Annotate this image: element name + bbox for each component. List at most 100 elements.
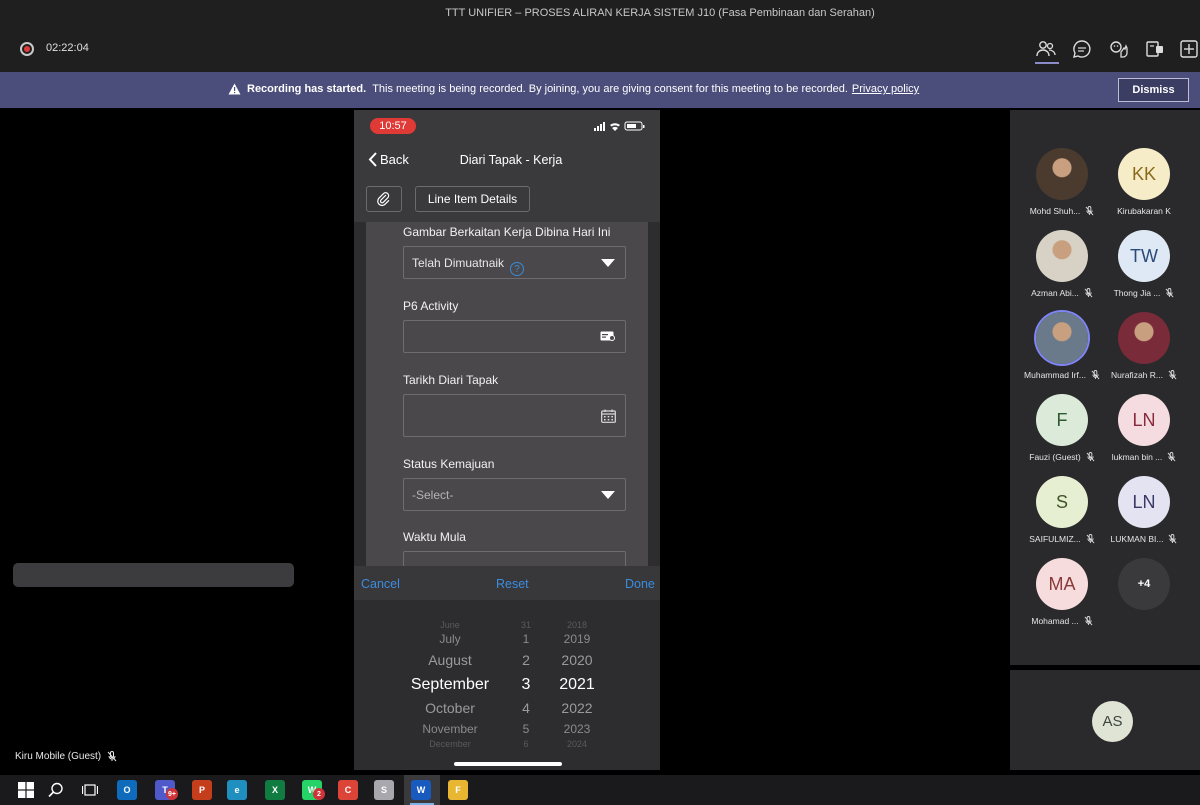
participant-tile[interactable]: LN LUKMAN BI... <box>1103 476 1185 544</box>
mic-off-icon <box>1165 288 1174 298</box>
windows-start-icon[interactable] <box>16 780 36 800</box>
picker-year-option[interactable]: 2018 <box>547 620 607 631</box>
participant-name: Mohamad ... <box>1031 616 1079 626</box>
picker-year-option[interactable]: 2020 <box>547 652 607 669</box>
picker-month-option[interactable]: August <box>395 652 505 669</box>
participant-tile[interactable]: Azman Abi... <box>1021 230 1103 298</box>
picker-reset-button[interactable]: Reset <box>496 577 529 591</box>
teams-badge: 9+ <box>166 788 178 800</box>
dropdown-arrow-icon <box>601 259 615 267</box>
phone-time: 10:57 <box>370 118 416 134</box>
picker-day-option[interactable]: 5 <box>511 722 541 736</box>
picker-cancel-button[interactable]: Cancel <box>361 577 400 591</box>
line-item-details-button[interactable]: Line Item Details <box>415 186 530 212</box>
tarikh-date-field[interactable] <box>403 394 626 437</box>
picker-month-option[interactable]: November <box>395 722 505 736</box>
presenter-caption: Kiru Mobile (Guest) <box>15 751 117 762</box>
mic-off-icon <box>1086 534 1095 544</box>
people-tab-indicator <box>1035 62 1059 64</box>
mic-off-icon <box>107 751 117 762</box>
outlook-icon[interactable]: O <box>117 780 137 800</box>
picker-day-option[interactable]: 2 <box>511 652 541 669</box>
avatar: LN <box>1118 394 1170 446</box>
dismiss-button[interactable]: Dismiss <box>1118 78 1189 102</box>
picker-year-option[interactable]: 2019 <box>547 632 607 646</box>
mic-off-icon <box>1086 452 1095 462</box>
phone-page-title: Diari Tapak - Kerja <box>459 153 563 167</box>
participant-name: Thong Jia ... <box>1113 288 1161 298</box>
avatar <box>1036 230 1088 282</box>
task-view-icon[interactable] <box>80 780 100 800</box>
file-explorer-icon[interactable]: F <box>448 780 468 800</box>
picker-day-option[interactable]: 31 <box>511 620 541 631</box>
people-icon[interactable] <box>1035 38 1057 60</box>
status-kemajuan-select[interactable]: -Select- <box>403 478 626 511</box>
self-avatar: AS <box>1092 701 1133 742</box>
participant-name: Azman Abi... <box>1031 288 1079 298</box>
participant-tile[interactable]: +4 <box>1103 558 1185 610</box>
picker-month-option[interactable]: September <box>395 675 505 694</box>
date-picker-toolbar: Cancel Reset Done <box>354 566 660 600</box>
presenter-name: Kiru Mobile (Guest) <box>15 751 102 762</box>
participant-tile[interactable]: Muhammad Irf... <box>1021 312 1103 380</box>
powerpoint-icon[interactable]: P <box>192 780 212 800</box>
attachment-button[interactable] <box>366 186 402 212</box>
participant-name: lukman bin ... <box>1111 452 1163 462</box>
picker-year-option[interactable]: 2023 <box>547 722 607 736</box>
participant-tile[interactable]: KK Kirubakaran K <box>1103 148 1185 216</box>
picker-year-option[interactable]: 2022 <box>547 700 607 717</box>
avatar: KK <box>1118 148 1170 200</box>
picker-day-option[interactable]: 3 <box>511 675 541 694</box>
participant-tile[interactable]: Mohd Shuh... <box>1021 148 1103 216</box>
mic-off-icon <box>1084 288 1093 298</box>
participant-name: Nurafizah R... <box>1111 370 1163 380</box>
picker-day-option[interactable]: 4 <box>511 700 541 717</box>
participant-name: LUKMAN BI... <box>1110 534 1164 544</box>
edge-icon[interactable]: e <box>227 780 247 800</box>
snip-icon[interactable]: S <box>374 780 394 800</box>
participant-tile[interactable]: F Fauzi (Guest) <box>1021 394 1103 462</box>
excel-icon[interactable]: X <box>265 780 285 800</box>
paperclip-icon <box>377 192 390 206</box>
meeting-toolbar: 02:22:04 <box>0 26 1200 72</box>
mic-off-icon <box>1168 370 1177 380</box>
participant-tile[interactable]: Nurafizah R... <box>1103 312 1185 380</box>
mic-off-icon <box>1169 534 1177 544</box>
word-icon[interactable]: W <box>411 780 431 800</box>
help-icon[interactable]: ? <box>510 262 524 276</box>
phone-action-bar: Line Item Details <box>354 178 660 222</box>
breakout-rooms-icon[interactable] <box>1144 38 1166 60</box>
participant-tile[interactable]: LN lukman bin ... <box>1103 394 1185 462</box>
picker-day-option[interactable]: 1 <box>511 632 541 646</box>
chat-icon[interactable] <box>1071 38 1093 60</box>
chrome-icon[interactable]: C <box>338 780 358 800</box>
raise-hand-icon[interactable] <box>1108 38 1130 60</box>
signal-wifi-battery-icon <box>594 121 645 131</box>
picker-selection-highlight <box>13 563 294 587</box>
picker-day-option[interactable]: 6 <box>511 739 541 750</box>
participant-tile[interactable]: MA Mohamad ... <box>1021 558 1103 626</box>
p6-activity-field[interactable] <box>403 320 626 353</box>
picker-month-option[interactable]: June <box>395 620 505 631</box>
more-options-icon[interactable] <box>1178 38 1200 60</box>
avatar: F <box>1036 394 1088 446</box>
avatar: TW <box>1118 230 1170 282</box>
picker-year-option[interactable]: 2021 <box>547 675 607 694</box>
record-icon <box>20 42 34 56</box>
phone-nav-bar: Back Diari Tapak - Kerja <box>354 140 660 178</box>
search-icon[interactable] <box>46 780 66 800</box>
participant-name: Mohd Shuh... <box>1029 206 1081 216</box>
participant-tile[interactable]: TW Thong Jia ... <box>1103 230 1185 298</box>
more-participants-button: +4 <box>1118 558 1170 610</box>
picker-done-button[interactable]: Done <box>625 577 655 591</box>
mic-off-icon <box>1084 616 1093 626</box>
picker-month-option[interactable]: October <box>395 700 505 717</box>
picker-month-option[interactable]: December <box>395 739 505 750</box>
privacy-policy-link[interactable]: Privacy policy <box>852 83 919 95</box>
picker-month-option[interactable]: July <box>395 632 505 646</box>
tarikh-label: Tarikh Diari Tapak <box>403 373 499 387</box>
p6-activity-label: P6 Activity <box>403 299 459 313</box>
picker-year-option[interactable]: 2024 <box>547 739 607 750</box>
participant-tile[interactable]: S SAIFULMIZ... <box>1021 476 1103 544</box>
meeting-timer: 02:22:04 <box>46 42 89 54</box>
